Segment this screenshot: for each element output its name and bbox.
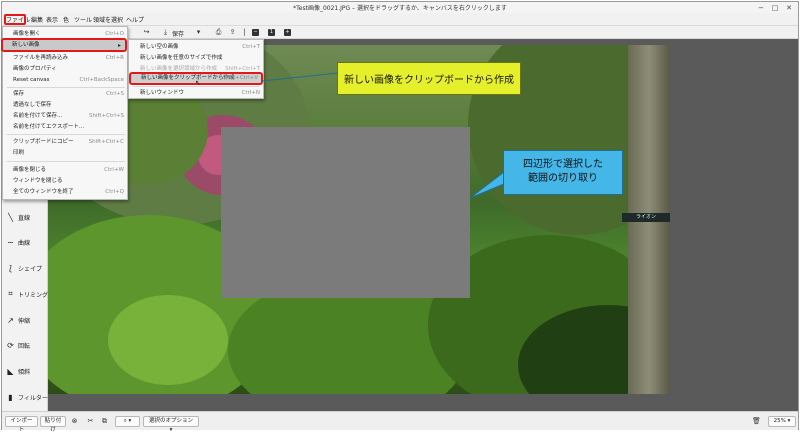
- tool-filters[interactable]: ▮ フィルター: [6, 391, 48, 403]
- menu-view[interactable]: 表示: [46, 15, 58, 24]
- file-menu: 画像を開く Ctrl+O ファイルを再読み込み Ctrl+R 画像のプロパティ Re…: [2, 26, 128, 200]
- file-menu-separator: [7, 87, 125, 88]
- shape-icon: ⟅: [8, 263, 13, 273]
- toolbar-separator-icon: |: [243, 28, 246, 36]
- selection-type-dropdown[interactable]: ⌕ ▾: [115, 416, 140, 427]
- save-dropdown-icon[interactable]: ▾: [194, 28, 203, 37]
- tool-curve[interactable]: ∼ 曲線: [6, 236, 48, 248]
- tool-skew[interactable]: ◣ 傾斜: [6, 365, 48, 377]
- file-menu-copy-clipboard[interactable]: クリップボードにコピー Shift+Ctrl+C: [3, 138, 127, 147]
- selection-options-dropdown[interactable]: 選択のオプション ▾: [143, 416, 199, 433]
- skew-icon: ◣: [7, 366, 14, 376]
- minimize-icon[interactable]: −: [756, 4, 766, 12]
- submenu-arrow-icon: ▸: [117, 42, 121, 49]
- line-icon: ╲: [8, 212, 13, 222]
- close-icon[interactable]: ✕: [784, 4, 794, 12]
- zoom-dropdown[interactable]: 25% ▾: [768, 416, 796, 427]
- curve-icon: ∼: [7, 237, 14, 247]
- scale-icon: ↗: [7, 315, 14, 325]
- photo-sign: ライオン: [622, 213, 670, 222]
- submenu-new-window[interactable]: 新しいウィンドウ Ctrl+N: [129, 89, 263, 98]
- file-menu-new-image[interactable]: 新しい画像 ▸: [1, 38, 127, 52]
- zoom-fit-icon[interactable]: 1: [268, 29, 275, 36]
- menu-tools[interactable]: ツール: [74, 15, 92, 24]
- tool-scale[interactable]: ↗ 伸縮: [6, 314, 48, 326]
- mouse-cursor-icon: ↖: [195, 79, 201, 87]
- new-image-submenu: 新しい空の画像 Ctrl+T 新しい画像を任意のサイズで作成 新しい画像を選択領域…: [128, 39, 264, 99]
- print-icon[interactable]: ⎙: [214, 28, 223, 37]
- file-menu-reset-canvas[interactable]: Reset canvas Ctrl+BackSpace: [3, 76, 127, 85]
- share-icon[interactable]: ⇪: [228, 28, 237, 37]
- file-menu-separator: [7, 161, 125, 162]
- crop-icon: ⌗: [8, 289, 13, 298]
- save-icon[interactable]: ⤓: [161, 28, 170, 37]
- file-menu-properties[interactable]: 画像のプロパティ: [3, 65, 127, 74]
- window-title: *Test画像_0021.JPG – 選択をドラッグするか、キャンバスを右クリッ…: [293, 5, 507, 12]
- callout-rect-selection: 四辺形で選択した 範囲の切り取り: [503, 150, 623, 195]
- filter-icon: ▮: [8, 392, 13, 402]
- save-button[interactable]: 保存: [172, 29, 184, 38]
- zoom-in-icon[interactable]: +: [284, 29, 291, 36]
- paste-button[interactable]: 貼り付け: [40, 416, 66, 433]
- bottom-bar: インポート 貼り付け ⊗ ✂ ⧉ ⌕ ▾ 選択のオプション ▾ 🗑 25% ▾: [2, 411, 798, 433]
- cancel-selection-icon[interactable]: ⊗: [70, 417, 79, 426]
- tool-rotate[interactable]: ⟳ 回転: [6, 339, 48, 351]
- rotate-icon: ⟳: [7, 340, 14, 350]
- cut-icon[interactable]: ✂: [86, 417, 95, 426]
- file-menu-close-window[interactable]: ウィンドウを閉じる: [3, 177, 127, 186]
- zoom-out-icon[interactable]: −: [252, 29, 259, 36]
- menu-edit[interactable]: 編集: [31, 15, 43, 24]
- menu-color[interactable]: 色: [63, 15, 69, 24]
- file-menu-save[interactable]: 保存 Ctrl+S: [3, 90, 127, 99]
- file-menu-close-image[interactable]: 画像を閉じる Ctrl+W: [3, 166, 127, 175]
- file-menu-reload[interactable]: ファイルを再読み込み Ctrl+R: [3, 54, 127, 63]
- file-menu-separator: [7, 134, 125, 135]
- submenu-new-custom-size[interactable]: 新しい画像を任意のサイズで作成: [129, 54, 263, 63]
- submenu-new-blank[interactable]: 新しい空の画像 Ctrl+T: [129, 43, 263, 52]
- menu-file-highlight: [4, 14, 26, 25]
- file-menu-quit-all[interactable]: 全てのウィンドウを終了 Ctrl+Q: [3, 188, 127, 197]
- import-button[interactable]: インポート: [5, 416, 38, 433]
- maximize-icon[interactable]: □: [770, 4, 780, 12]
- copy-icon[interactable]: ⧉: [100, 417, 109, 426]
- file-menu-save-as[interactable]: 名前を付けて保存… Shift+Ctrl+S: [3, 112, 127, 121]
- redo-icon[interactable]: ↪: [142, 28, 151, 37]
- trash-icon[interactable]: 🗑: [752, 417, 761, 426]
- menu-help[interactable]: ヘルプ: [126, 15, 144, 24]
- menu-select[interactable]: 領域を選択: [93, 15, 123, 24]
- title-bar: *Test画像_0021.JPG – 選択をドラッグするか、キャンバスを右クリッ…: [2, 2, 798, 13]
- tool-line[interactable]: ╲ 直線: [6, 211, 48, 223]
- selection-rectangle[interactable]: [221, 127, 470, 298]
- callout-clipboard: 新しい画像をクリップボードから作成: [337, 62, 521, 95]
- file-menu-save-no-alpha[interactable]: 透過なしで保存: [3, 101, 127, 110]
- file-menu-print[interactable]: 印刷: [3, 149, 127, 158]
- tool-shape[interactable]: ⟅ シェイプ: [6, 262, 48, 274]
- file-menu-export-as[interactable]: 名前を付けてエクスポート…: [3, 123, 127, 132]
- menu-bar: ファイル 編集 表示 色 ツール 領域を選択 ヘルプ: [2, 13, 798, 26]
- tool-crop[interactable]: ⌗ トリミング: [6, 288, 48, 300]
